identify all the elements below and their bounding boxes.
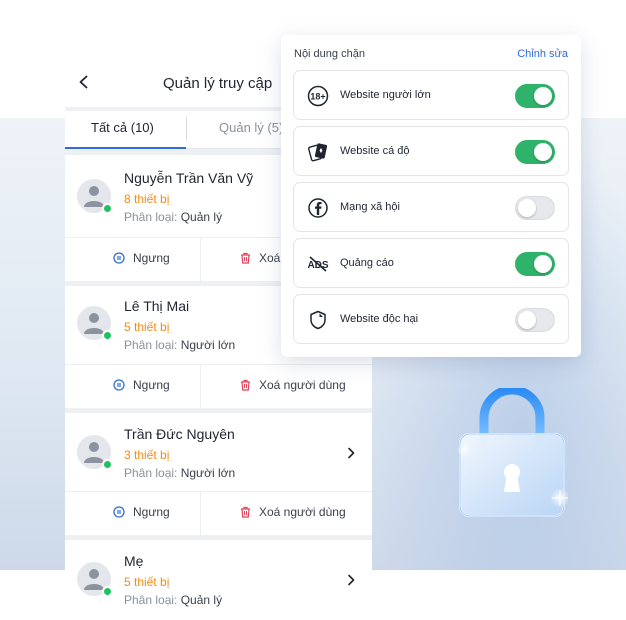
avatar	[77, 562, 113, 597]
user-card[interactable]: Mẹ 5 thiết bị Phân loại: Quản lý	[65, 540, 372, 620]
pause-timer-icon	[113, 379, 125, 391]
adult-18-icon: 18+	[307, 85, 329, 107]
trash-icon	[241, 252, 250, 264]
avatar	[77, 435, 113, 470]
device-count: 5 thiết bị	[124, 320, 170, 334]
block-toggle[interactable]	[515, 140, 555, 164]
pause-timer-icon	[113, 252, 125, 264]
trash-icon	[241, 379, 250, 391]
delete-user-button[interactable]: Xoá người dùng	[240, 505, 346, 519]
role-value: Quản lý	[180, 210, 223, 224]
online-status-dot	[102, 459, 113, 470]
block-row-malware: Website độc hại	[293, 294, 569, 344]
role-value: Quản lý	[180, 593, 223, 607]
padlock-illustration	[456, 388, 568, 528]
tab-managers[interactable]: Quản lý (5)	[219, 120, 283, 135]
tab-all[interactable]: Tất cả (10)	[91, 120, 154, 135]
block-label: Quảng cáo	[340, 257, 394, 269]
lock-icon	[457, 388, 568, 517]
avatar	[77, 306, 113, 341]
back-arrow-icon[interactable]	[77, 75, 91, 89]
malware-shield-icon	[307, 309, 329, 331]
action-divider	[200, 492, 201, 536]
gambling-cards-icon	[307, 141, 329, 163]
facebook-icon	[307, 197, 329, 219]
active-tab-indicator	[65, 147, 186, 149]
toggle-knob	[534, 255, 552, 273]
block-row-gambling: Website cá độ	[293, 126, 569, 176]
role-value: Người lớn	[180, 466, 236, 480]
block-row-adult: 18+ Website người lớn	[293, 70, 569, 120]
blocked-content-panel: Nội dung chặn Chỉnh sửa 18+ Website ngườ…	[281, 35, 581, 357]
block-toggle[interactable]	[515, 196, 555, 220]
toggle-knob	[534, 143, 552, 161]
toggle-knob	[518, 311, 536, 329]
action-divider	[200, 238, 201, 282]
toggle-knob	[518, 199, 536, 217]
block-label: Website cá độ	[340, 145, 410, 157]
chevron-right-icon[interactable]	[347, 574, 355, 586]
svg-text:18+: 18+	[310, 92, 325, 102]
panel-title: Nội dung chặn	[294, 48, 365, 60]
block-toggle[interactable]	[515, 84, 555, 108]
device-count: 5 thiết bị	[124, 575, 170, 589]
chevron-right-icon[interactable]	[347, 447, 355, 459]
pause-button[interactable]: Ngưng	[113, 505, 170, 519]
block-row-ads: ADS Quảng cáo	[293, 238, 569, 288]
user-icon	[84, 569, 104, 590]
user-role: Phân loại: Quản lý	[124, 210, 223, 224]
block-toggle[interactable]	[515, 252, 555, 276]
user-name: Trần Đức Nguyên	[124, 426, 235, 442]
ads-blocked-icon: ADS	[307, 253, 329, 275]
action-divider	[200, 365, 201, 409]
user-card[interactable]: Trần Đức Nguyên 3 thiết bị Phân loại: Ng…	[65, 413, 372, 536]
tab-divider	[186, 117, 187, 141]
delete-user-button[interactable]: Xoá người dùng	[240, 378, 346, 392]
user-role: Phân loại: Quản lý	[124, 593, 223, 607]
trash-icon	[241, 506, 250, 518]
user-actions: Ngưng Xoá người dùng	[65, 491, 372, 536]
user-role: Phân loại: Người lớn	[124, 338, 236, 352]
block-row-social: Mạng xã hội	[293, 182, 569, 232]
pause-button[interactable]: Ngưng	[113, 378, 170, 392]
online-status-dot	[102, 586, 113, 597]
online-status-dot	[102, 203, 113, 214]
user-icon	[84, 313, 104, 334]
user-actions: Ngưng Xoá người dùng	[65, 364, 372, 409]
user-name: Mẹ	[124, 553, 144, 569]
pause-button[interactable]: Ngưng	[113, 251, 170, 265]
user-icon	[84, 186, 104, 207]
page-title: Quản lý truy cập	[163, 75, 273, 92]
pause-timer-icon	[113, 506, 125, 518]
user-icon	[84, 442, 104, 463]
edit-link[interactable]: Chỉnh sửa	[517, 48, 568, 60]
avatar	[77, 179, 113, 214]
block-label: Website độc hại	[340, 313, 419, 325]
block-label: Website người lớn	[340, 89, 431, 101]
role-value: Người lớn	[180, 338, 236, 352]
user-name: Lê Thị Mai	[124, 298, 190, 314]
toggle-knob	[534, 87, 552, 105]
svg-text:ADS: ADS	[307, 260, 328, 271]
device-count: 3 thiết bị	[124, 448, 170, 462]
block-label: Mạng xã hội	[340, 201, 400, 213]
device-count: 8 thiết bị	[124, 192, 170, 206]
online-status-dot	[102, 330, 113, 341]
user-role: Phân loại: Người lớn	[124, 466, 236, 480]
stage: Quản lý truy cập Tất cả (10) Quản lý (5)…	[0, 0, 626, 620]
user-name: Nguyễn Trần Văn Vỹ	[124, 170, 254, 186]
block-toggle[interactable]	[515, 308, 555, 332]
